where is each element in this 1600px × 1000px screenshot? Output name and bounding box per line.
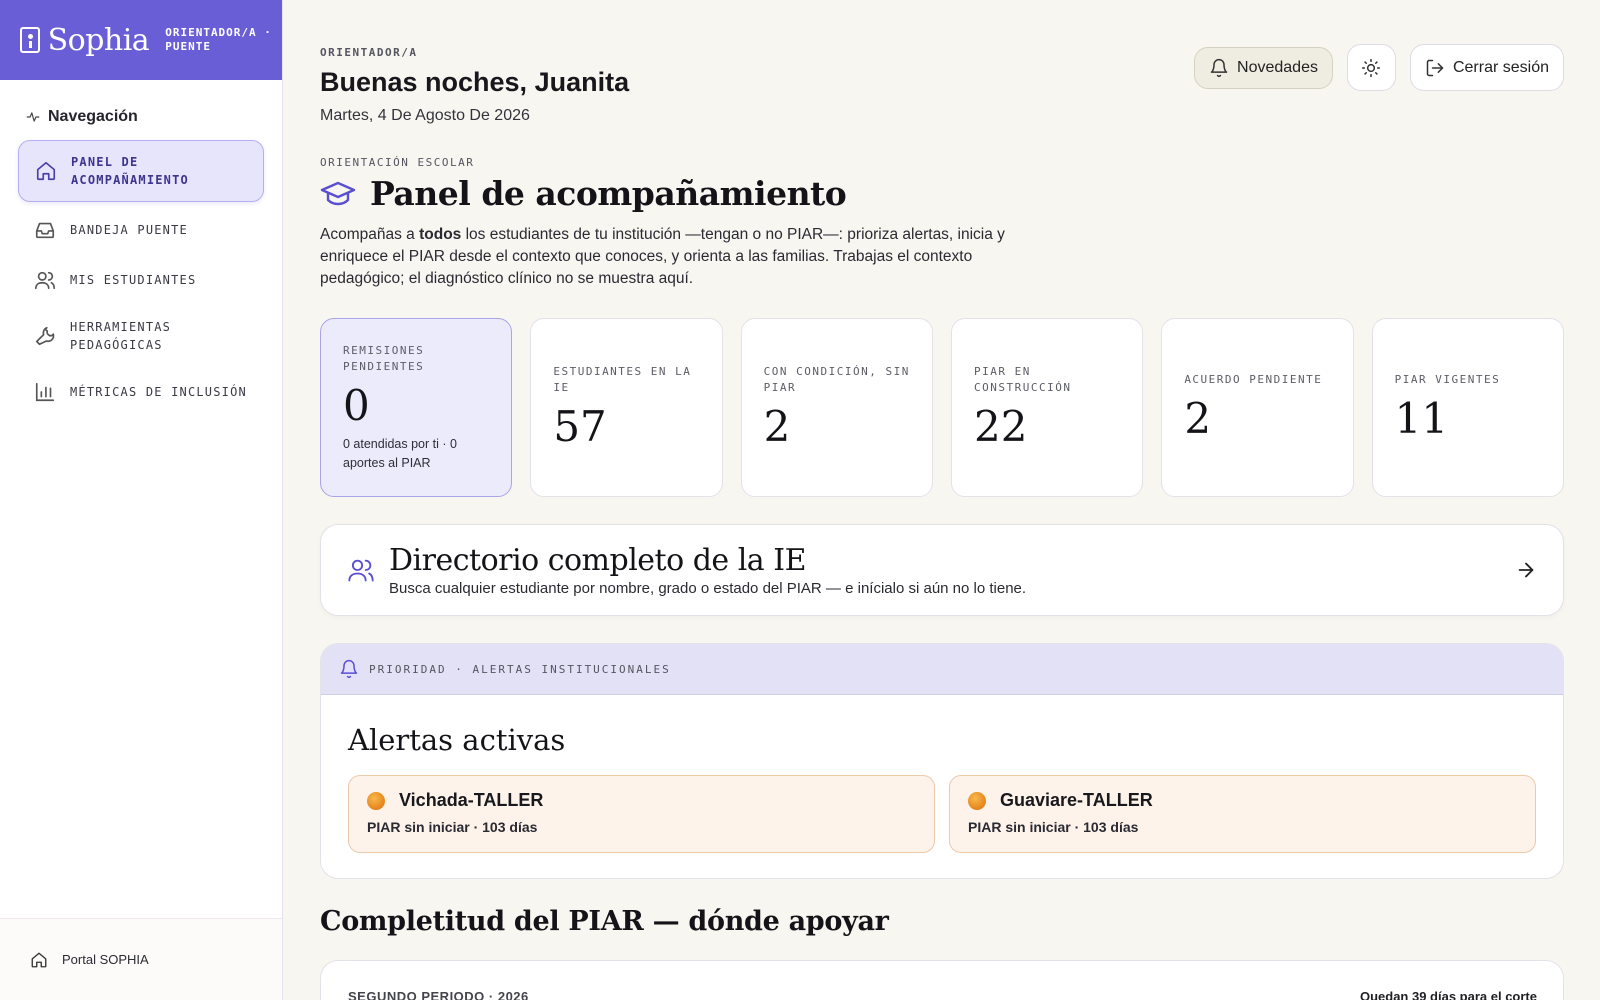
stat-label: ACUERDO PENDIENTE xyxy=(1184,372,1323,386)
alerts-eyebrow: PRIORIDAD · ALERTAS INSTITUCIONALES xyxy=(369,662,671,676)
bell-icon xyxy=(1210,58,1228,78)
sidebar-item-panel[interactable]: PANEL DE ACOMPAÑAMIENTO xyxy=(18,140,264,202)
sophia-logo-icon xyxy=(20,27,40,53)
stat-label: CON CONDICIÓN, SIN PIAR xyxy=(763,364,910,394)
stat-value: 0 xyxy=(343,381,370,430)
sidebar-item-herramientas[interactable]: HERRAMIENTAS PEDAGÓGICAS xyxy=(18,308,264,364)
main-content: ORIENTADOR/A Buenas noches, Juanita Mart… xyxy=(320,0,1564,1000)
portal-link[interactable]: Portal SOPHIA xyxy=(0,918,282,1000)
brand-name: Sophia xyxy=(47,22,150,58)
home-icon xyxy=(31,952,47,967)
stat-value: 57 xyxy=(553,401,607,451)
logout-button[interactable]: Cerrar sesión xyxy=(1409,44,1564,91)
nav-heading-label: Navegación xyxy=(48,108,138,125)
directory-title: Directorio completo de la IE xyxy=(389,542,806,578)
days-left: Quedan 39 días para el corte xyxy=(1359,989,1537,1000)
sidebar: Sophia ORIENTADOR/A · PUENTE Navegación … xyxy=(0,0,283,1000)
intro-text: Acompañas a todos los estudiantes de tu … xyxy=(320,224,1040,290)
page-title-text: Panel de acompañamiento xyxy=(370,174,847,213)
section-eyebrow: ORIENTACIÓN ESCOLAR xyxy=(320,156,475,169)
brand-header[interactable]: Sophia ORIENTADOR/A · PUENTE xyxy=(0,0,282,80)
alerts-list: Vichada-TALLER PIAR sin iniciar · 103 dí… xyxy=(348,775,1536,853)
stat-label: ESTUDIANTES EN LA IE xyxy=(553,364,692,394)
nav-heading: Navegación xyxy=(26,108,282,126)
sidebar-item-label: MIS ESTUDIANTES xyxy=(70,273,197,287)
sidebar-item-label: MÉTRICAS DE INCLUSIÓN xyxy=(70,385,247,399)
sun-icon xyxy=(1362,58,1381,77)
news-button[interactable]: Novedades xyxy=(1194,47,1333,89)
alert-meta: PIAR sin iniciar · 103 días xyxy=(367,819,538,835)
users-icon xyxy=(35,271,55,290)
bar-chart-icon xyxy=(35,382,55,402)
greeting: Buenas noches, Juanita xyxy=(320,67,630,97)
sidebar-item-estudiantes[interactable]: MIS ESTUDIANTES xyxy=(18,258,264,302)
stats-row: REMISIONES PENDIENTES 0 0 atendidas por … xyxy=(320,318,1564,497)
alert-card[interactable]: Guaviare-TALLER PIAR sin iniciar · 103 d… xyxy=(949,775,1536,853)
period-label: SEGUNDO PERIODO · 2026 xyxy=(348,989,529,1000)
directory-card[interactable]: Directorio completo de la IE Busca cualq… xyxy=(320,524,1564,616)
user-role: ORIENTADOR/A xyxy=(320,46,418,59)
stat-subtext: 0 atendidas por ti · 0 aportes al PIAR xyxy=(343,437,457,470)
stat-card-vigentes[interactable]: PIAR VIGENTES 11 xyxy=(1371,318,1564,497)
stat-card-condicion[interactable]: CON CONDICIÓN, SIN PIAR 2 xyxy=(740,318,933,497)
directory-subtitle: Busca cualquier estudiante por nombre, g… xyxy=(389,579,1027,597)
stat-value: 2 xyxy=(763,401,791,451)
current-date: Martes, 4 De Agosto De 2026 xyxy=(320,107,530,124)
alert-card[interactable]: Vichada-TALLER PIAR sin iniciar · 103 dí… xyxy=(348,775,935,853)
logout-label: Cerrar sesión xyxy=(1452,58,1549,76)
stat-label: PIAR EN CONSTRUCCIÓN xyxy=(973,364,1072,394)
brand-role: ORIENTADOR/A · PUENTE xyxy=(165,26,272,53)
alert-meta: PIAR sin iniciar · 103 días xyxy=(968,819,1139,835)
wrench-icon xyxy=(35,326,55,346)
users-icon xyxy=(348,559,374,582)
alert-card-header: Vichada-TALLER xyxy=(367,790,916,811)
bell-icon xyxy=(340,659,358,679)
sidebar-item-bandeja[interactable]: BANDEJA PUENTE xyxy=(18,208,264,252)
activity-icon xyxy=(26,112,40,122)
alerts-panel: PRIORIDAD · ALERTAS INSTITUCIONALES Aler… xyxy=(320,643,1564,879)
period-card: SEGUNDO PERIODO · 2026 Quedan 39 días pa… xyxy=(320,960,1564,1000)
sidebar-item-metricas[interactable]: MÉTRICAS DE INCLUSIÓN xyxy=(18,370,264,414)
stat-card-remisiones[interactable]: REMISIONES PENDIENTES 0 0 atendidas por … xyxy=(320,318,513,497)
page-title: Panel de acompañamiento xyxy=(320,174,847,213)
arrow-right-icon xyxy=(1518,562,1534,578)
stat-label: PIAR VIGENTES xyxy=(1394,372,1501,386)
graduation-cap-icon xyxy=(320,181,356,205)
warning-dot-icon xyxy=(367,791,385,810)
alert-name: Guaviare-TALLER xyxy=(1000,790,1153,810)
sidebar-item-label: PANEL DE ACOMPAÑAMIENTO xyxy=(71,155,189,187)
stat-value: 11 xyxy=(1394,393,1449,443)
sidebar-item-label: BANDEJA PUENTE xyxy=(70,223,188,237)
home-icon xyxy=(36,161,56,181)
warning-dot-icon xyxy=(968,791,986,810)
logout-icon xyxy=(1426,59,1444,76)
intro-prefix: Acompañas a xyxy=(320,226,420,243)
alert-name: Vichada-TALLER xyxy=(399,790,544,810)
stat-value: 22 xyxy=(973,401,1028,451)
stat-card-acuerdo[interactable]: ACUERDO PENDIENTE 2 xyxy=(1161,318,1354,497)
portal-link-label: Portal SOPHIA xyxy=(62,952,149,967)
inbox-icon xyxy=(35,222,55,239)
top-actions: Novedades Cerrar sesión xyxy=(1194,44,1564,91)
stat-value: 2 xyxy=(1184,393,1212,443)
intro-bold: todos xyxy=(419,226,462,243)
stat-card-estudiantes[interactable]: ESTUDIANTES EN LA IE 57 xyxy=(530,318,723,497)
completitud-title: Completitud del PIAR — dónde apoyar xyxy=(320,906,889,937)
sidebar-item-label: HERRAMIENTAS PEDAGÓGICAS xyxy=(70,320,172,352)
alerts-title: Alertas activas xyxy=(348,723,566,757)
nav-list: PANEL DE ACOMPAÑAMIENTO BANDEJA PUENTE M… xyxy=(0,140,282,414)
alert-card-header: Guaviare-TALLER xyxy=(968,790,1517,811)
stat-card-construccion[interactable]: PIAR EN CONSTRUCCIÓN 22 xyxy=(950,318,1144,497)
directory-text: Directorio completo de la IE Busca cualq… xyxy=(389,542,1515,597)
news-label: Novedades xyxy=(1237,59,1318,76)
theme-toggle-button[interactable] xyxy=(1346,44,1396,91)
alerts-header: PRIORIDAD · ALERTAS INSTITUCIONALES xyxy=(321,644,1563,695)
stat-label: REMISIONES PENDIENTES xyxy=(343,344,425,373)
